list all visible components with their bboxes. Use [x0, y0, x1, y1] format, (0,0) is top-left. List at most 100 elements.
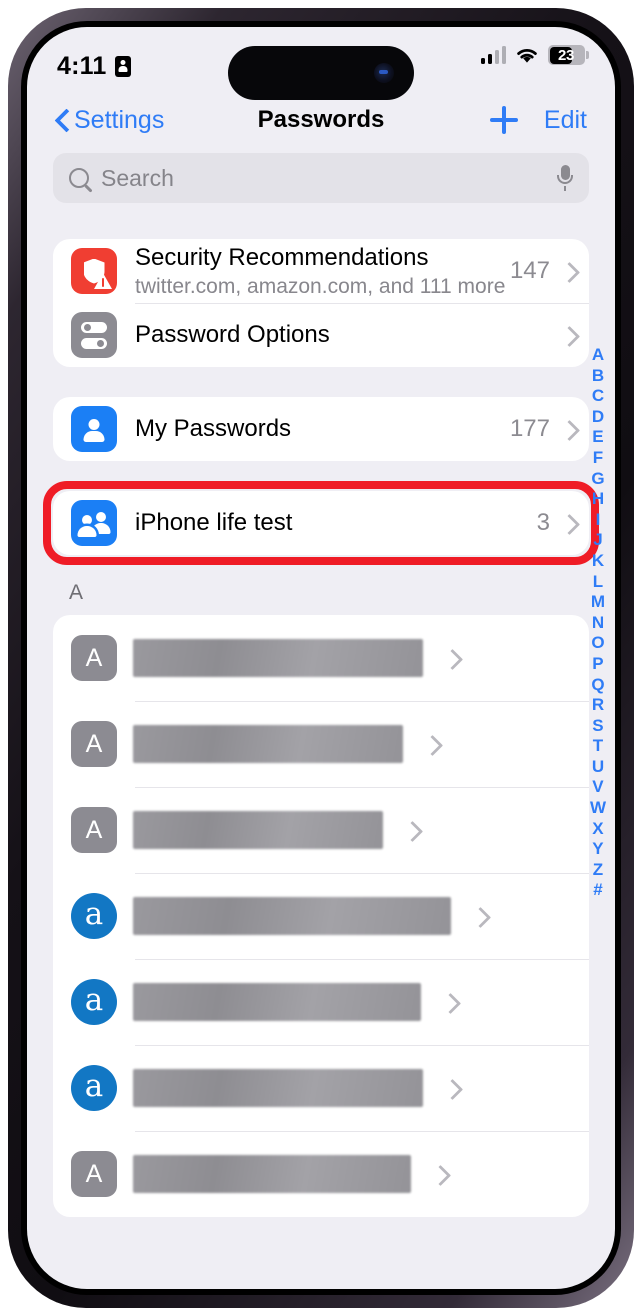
- chevron-right-icon: [445, 649, 456, 668]
- row-title: My Passwords: [135, 415, 292, 443]
- back-button-label: Settings: [74, 105, 165, 134]
- alphabet-index-letter[interactable]: A: [592, 345, 604, 366]
- chevron-right-icon: [562, 514, 573, 533]
- dynamic-island: [228, 46, 414, 100]
- alphabet-index-letter[interactable]: Y: [592, 839, 603, 860]
- alphabet-index-letter[interactable]: W: [590, 798, 606, 819]
- password-list-item[interactable]: a: [53, 959, 589, 1045]
- row-title: iPhone life test: [135, 509, 293, 537]
- row-count: 177: [509, 415, 550, 442]
- alphabet-index-letter[interactable]: G: [591, 469, 604, 490]
- row-iphone-life-test[interactable]: iPhone life test 3: [53, 491, 589, 555]
- alphabet-index-letter[interactable]: S: [592, 716, 603, 737]
- device-frame: 4:11 23 Settings Passwords Edit Search S…: [8, 8, 634, 1308]
- password-list-item[interactable]: A: [53, 701, 589, 787]
- settings-card-shared-group: iPhone life test 3: [53, 491, 589, 555]
- row-title: Password Options: [135, 321, 330, 349]
- alphabet-index-letter[interactable]: F: [593, 448, 603, 469]
- alphabet-index-letter[interactable]: E: [592, 427, 603, 448]
- battery-level: 23: [557, 46, 575, 64]
- redacted-entry-name: [133, 1155, 411, 1193]
- letter-avatar-icon: A: [71, 1151, 117, 1197]
- alphabet-index-letter[interactable]: J: [593, 530, 602, 551]
- content-scroll-view[interactable]: Security Recommendations twitter.com, am…: [27, 149, 615, 1289]
- alphabet-index-letter[interactable]: B: [592, 366, 604, 387]
- alphabet-index-letter[interactable]: N: [592, 613, 604, 634]
- row-count: 147: [509, 257, 550, 284]
- highlighted-row-wrapper: iPhone life test 3: [43, 481, 599, 565]
- back-button-settings[interactable]: Settings: [55, 106, 164, 135]
- chevron-right-icon: [425, 735, 436, 754]
- phone-screen: 4:11 23 Settings Passwords Edit Search S…: [27, 27, 615, 1289]
- alphabet-index-letter[interactable]: D: [592, 407, 604, 428]
- alphabet-index-letter[interactable]: #: [593, 880, 602, 901]
- chevron-right-icon: [562, 262, 573, 281]
- chevron-right-icon: [433, 1165, 444, 1184]
- alphabet-index-letter[interactable]: U: [592, 757, 604, 778]
- password-list-item[interactable]: a: [53, 1045, 589, 1131]
- chevron-right-icon: [405, 821, 416, 840]
- alphabet-index-scrubber[interactable]: A B C D E F G H I J K L M N O P Q R S T U V W X Y Z #: [590, 345, 606, 901]
- settings-card-primary: Security Recommendations twitter.com, am…: [53, 239, 589, 367]
- chevron-right-icon: [562, 420, 573, 439]
- password-list-card: AAAaaaA: [53, 615, 589, 1217]
- row-subtitle: twitter.com, amazon.com, and 111 more: [135, 274, 506, 298]
- website-logo-icon: a: [71, 979, 117, 1025]
- edit-button[interactable]: Edit: [544, 106, 587, 135]
- password-list-item[interactable]: a: [53, 873, 589, 959]
- toggles-icon: [71, 312, 117, 358]
- settings-card-my-passwords: My Passwords 177: [53, 397, 589, 461]
- page-title: Passwords: [257, 106, 385, 133]
- status-time: 4:11: [57, 51, 107, 80]
- alphabet-index-letter[interactable]: X: [592, 819, 603, 840]
- password-list-item[interactable]: A: [53, 1131, 589, 1217]
- redacted-entry-name: [133, 1069, 423, 1107]
- search-bar[interactable]: [53, 153, 589, 203]
- letter-avatar-icon: A: [71, 807, 117, 853]
- row-title: Security Recommendations: [135, 243, 429, 271]
- website-logo-icon: a: [71, 1065, 117, 1111]
- chevron-right-icon: [562, 326, 573, 345]
- alphabet-index-letter[interactable]: V: [592, 777, 603, 798]
- cellular-bars-icon: [480, 46, 506, 64]
- chevron-right-icon: [445, 1079, 456, 1098]
- redacted-entry-name: [133, 639, 423, 677]
- search-input[interactable]: [101, 164, 557, 192]
- alphabet-index-letter[interactable]: H: [592, 489, 604, 510]
- row-security-recommendations[interactable]: Security Recommendations twitter.com, am…: [53, 239, 589, 303]
- alphabet-index-letter[interactable]: C: [592, 386, 604, 407]
- row-text-block: Security Recommendations twitter.com, am…: [135, 243, 510, 300]
- redacted-entry-name: [133, 811, 383, 849]
- website-logo-icon: a: [71, 893, 117, 939]
- alphabet-index-letter[interactable]: I: [596, 510, 601, 531]
- search-icon: [69, 168, 89, 188]
- chevron-left-icon: [55, 109, 68, 131]
- microphone-icon[interactable]: [557, 165, 573, 191]
- row-my-passwords[interactable]: My Passwords 177: [53, 397, 589, 461]
- alphabet-index-letter[interactable]: L: [593, 572, 603, 593]
- alphabet-index-letter[interactable]: Q: [591, 675, 604, 696]
- front-camera-icon: [374, 63, 394, 83]
- row-count: 3: [536, 509, 550, 536]
- alphabet-index-letter[interactable]: R: [592, 695, 604, 716]
- letter-avatar-icon: A: [71, 635, 117, 681]
- wifi-icon: [517, 49, 537, 63]
- chevron-right-icon: [473, 907, 484, 926]
- letter-avatar-icon: A: [71, 721, 117, 767]
- password-list-item[interactable]: A: [53, 615, 589, 701]
- shield-warning-icon: [71, 248, 117, 294]
- section-header-a: A: [69, 581, 84, 604]
- password-list-item[interactable]: A: [53, 787, 589, 873]
- alphabet-index-letter[interactable]: M: [591, 592, 605, 613]
- alphabet-index-letter[interactable]: T: [593, 736, 603, 757]
- nav-right-actions: Edit: [489, 106, 587, 135]
- person-icon: [71, 406, 117, 452]
- alphabet-index-letter[interactable]: P: [592, 654, 603, 675]
- chevron-right-icon: [443, 993, 454, 1012]
- alphabet-index-letter[interactable]: O: [591, 633, 604, 654]
- plus-icon[interactable]: [489, 106, 518, 134]
- alphabet-index-letter[interactable]: Z: [593, 860, 603, 881]
- row-password-options[interactable]: Password Options: [53, 303, 589, 367]
- alphabet-index-letter[interactable]: K: [592, 551, 604, 572]
- redacted-entry-name: [133, 983, 421, 1021]
